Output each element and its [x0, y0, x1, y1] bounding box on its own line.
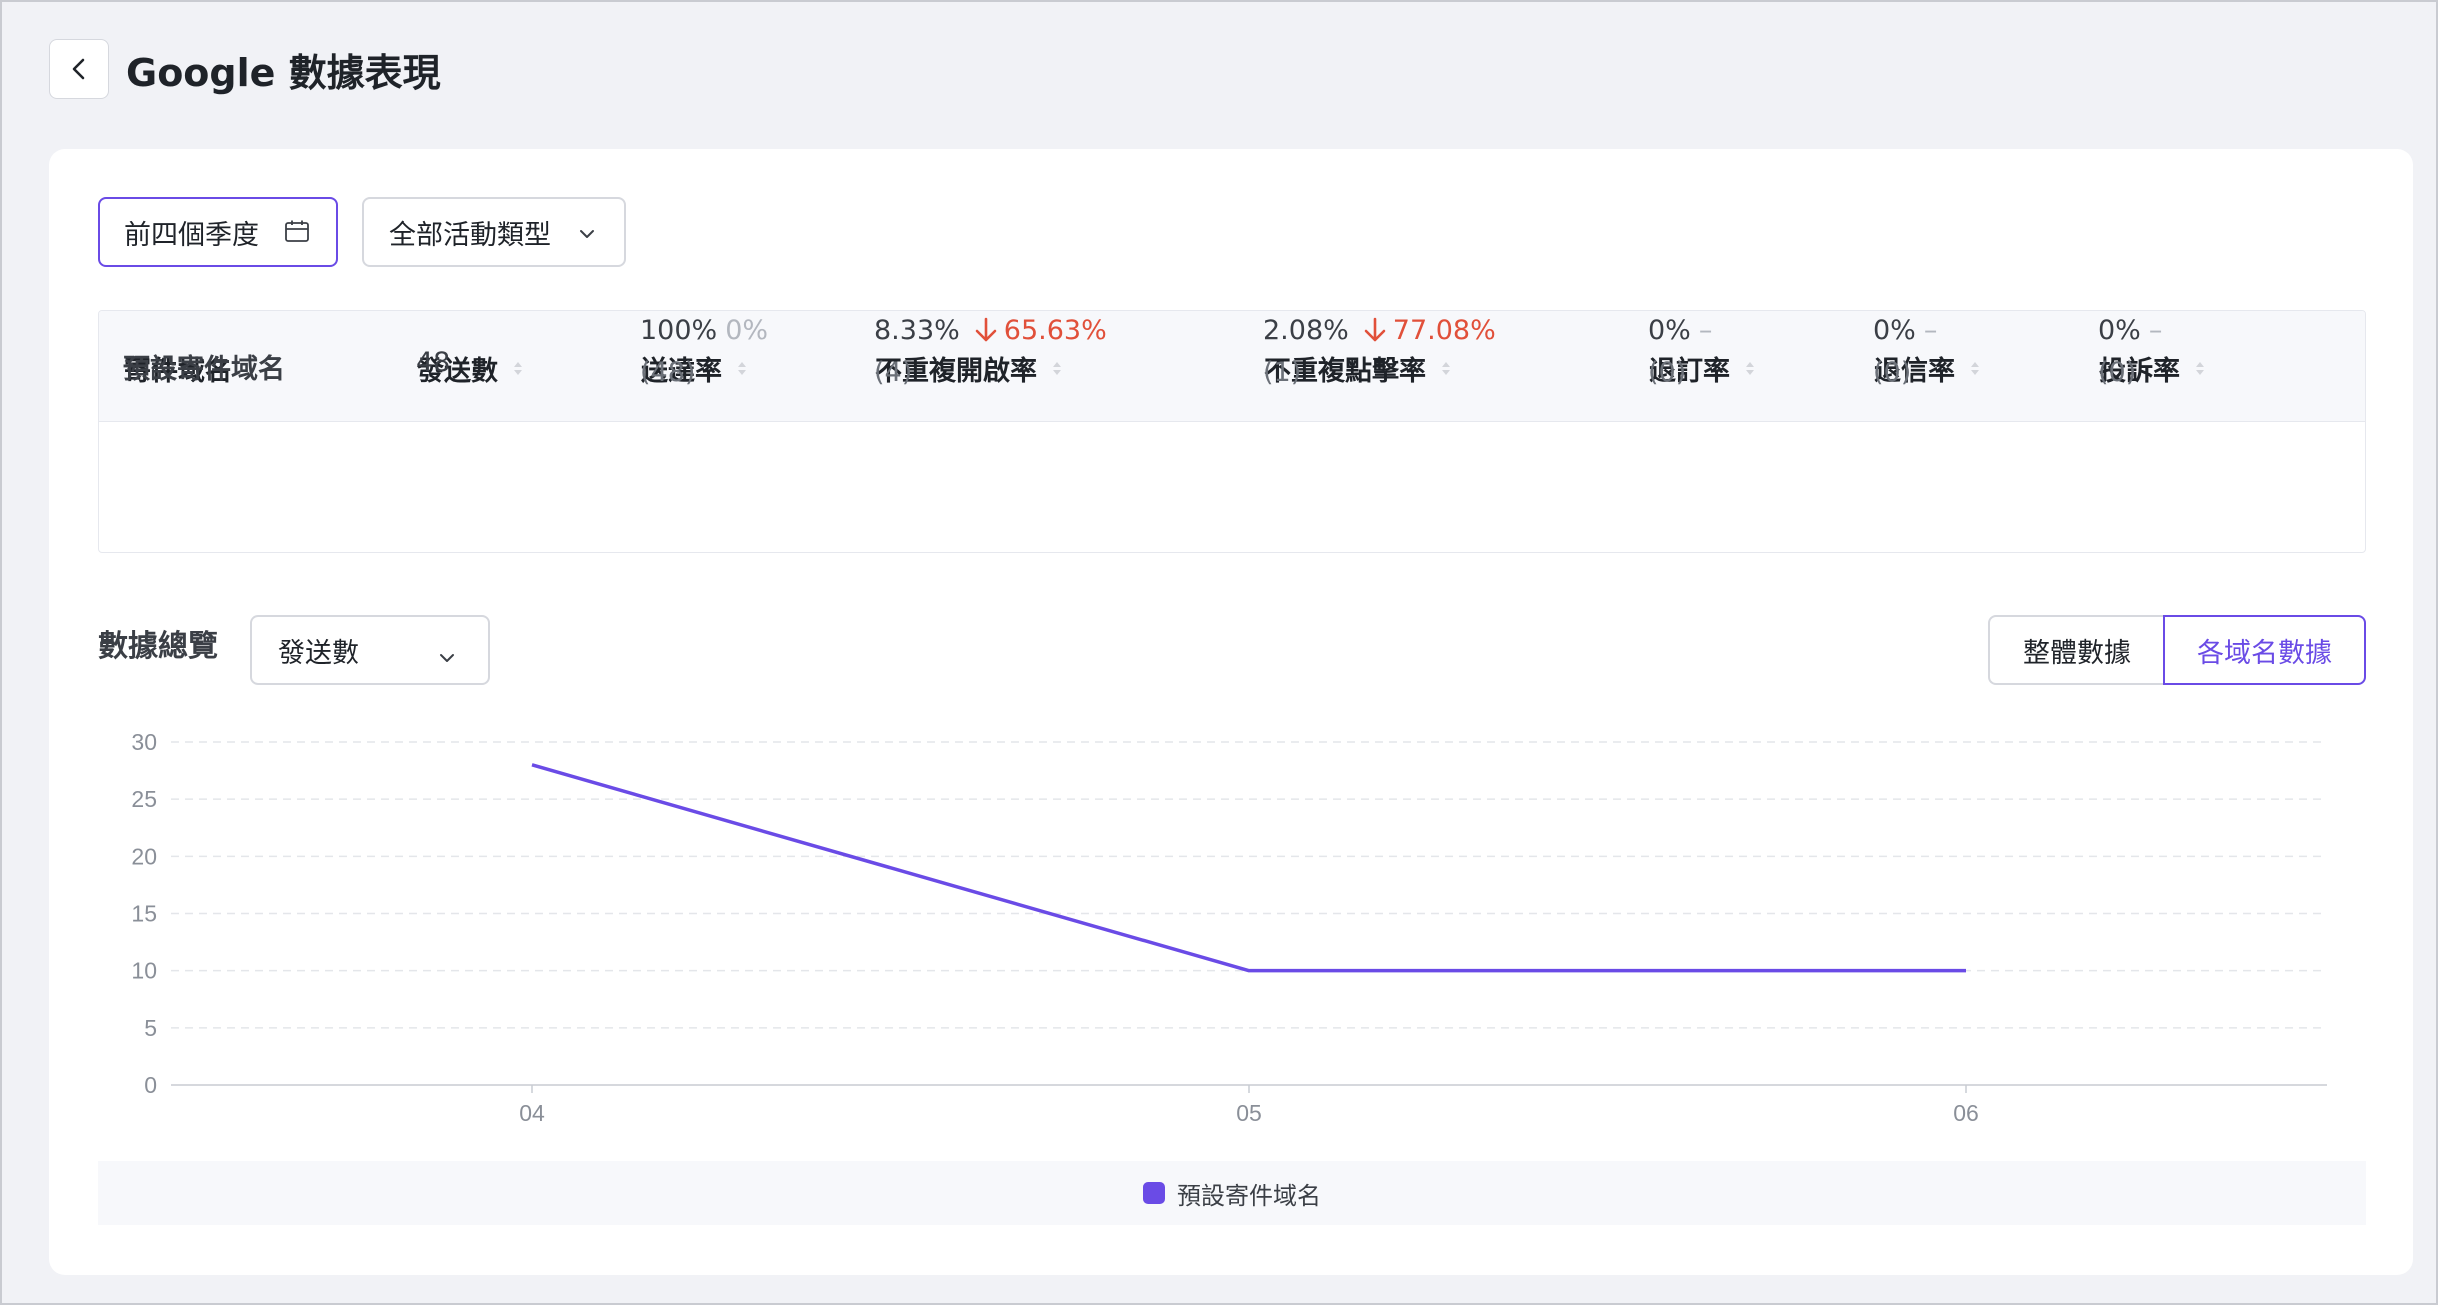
- y-tick-label: 5: [144, 1015, 157, 1041]
- page-title: Google 數據表現: [126, 50, 441, 95]
- legend-swatch[interactable]: [1143, 1182, 1165, 1204]
- x-tick-label: 06: [1953, 1100, 1979, 1126]
- y-tick-label: 15: [131, 901, 157, 927]
- series-line: [531, 763, 1966, 973]
- legend-label[interactable]: 預設寄件域名: [1177, 1176, 1321, 1211]
- y-tick-label: 30: [131, 729, 157, 755]
- y-tick-label: 0: [144, 1072, 157, 1098]
- chart-legend: 預設寄件域名: [98, 1161, 2366, 1225]
- chevron-left-icon: [72, 58, 85, 80]
- y-tick-label: 25: [131, 786, 157, 812]
- back-button[interactable]: [49, 39, 109, 99]
- y-tick-label: 20: [131, 843, 157, 869]
- page-header: Google 數據表現: [49, 39, 441, 99]
- y-tick-label: 10: [131, 958, 157, 984]
- x-tick-label: 04: [519, 1100, 545, 1126]
- line-chart: 05101520253004 05 06: [131, 729, 2327, 1126]
- x-tick-label: 05: [1236, 1100, 1262, 1126]
- main-card: 前四個季度 全部活動類型 寄件域名 發送數 送達率 不重複開啟率 不重複點擊率 …: [49, 149, 2413, 1275]
